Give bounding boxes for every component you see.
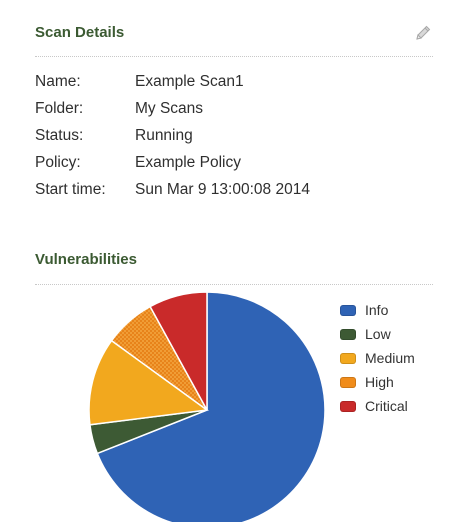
legend-item-info[interactable]: Info	[340, 298, 415, 322]
legend-item-high[interactable]: High	[340, 370, 415, 394]
detail-row-folder: Folder: My Scans	[35, 95, 310, 122]
scan-details-list: Name: Example Scan1 Folder: My Scans Sta…	[35, 68, 310, 203]
start-time-value: Sun Mar 9 13:00:08 2014	[135, 180, 310, 198]
vulnerabilities-title: Vulnerabilities	[35, 251, 137, 268]
legend-label: Critical	[365, 398, 408, 414]
detail-row-name: Name: Example Scan1	[35, 68, 310, 95]
pencil-icon[interactable]	[414, 24, 432, 42]
legend-swatch	[340, 400, 356, 412]
detail-row-status: Status: Running	[35, 122, 310, 149]
status-value: Running	[135, 126, 193, 144]
legend-label: Info	[365, 302, 389, 318]
detail-row-start-time: Start time: Sun Mar 9 13:00:08 2014	[35, 176, 310, 203]
detail-label: Status:	[35, 126, 84, 144]
legend-swatch	[340, 352, 356, 364]
detail-label: Start time:	[35, 180, 106, 198]
detail-label: Name:	[35, 72, 81, 90]
legend-swatch	[340, 304, 356, 316]
vulnerabilities-divider	[35, 284, 433, 285]
vulnerabilities-pie-chart	[88, 292, 326, 522]
detail-label: Policy:	[35, 153, 81, 171]
scan-details-title: Scan Details	[35, 24, 125, 41]
detail-row-policy: Policy: Example Policy	[35, 149, 310, 176]
scan-details-divider	[35, 56, 433, 57]
detail-label: Folder:	[35, 99, 84, 117]
scan-name-value: Example Scan1	[135, 72, 244, 90]
chart-legend: Info Low Medium High Critical	[340, 298, 415, 418]
legend-item-medium[interactable]: Medium	[340, 346, 415, 370]
legend-label: Medium	[365, 350, 415, 366]
legend-item-low[interactable]: Low	[340, 322, 415, 346]
legend-item-critical[interactable]: Critical	[340, 394, 415, 418]
policy-value: Example Policy	[135, 153, 241, 171]
folder-value: My Scans	[135, 99, 204, 117]
legend-label: High	[365, 374, 394, 390]
legend-swatch	[340, 328, 356, 340]
legend-label: Low	[365, 326, 391, 342]
legend-swatch	[340, 376, 356, 388]
